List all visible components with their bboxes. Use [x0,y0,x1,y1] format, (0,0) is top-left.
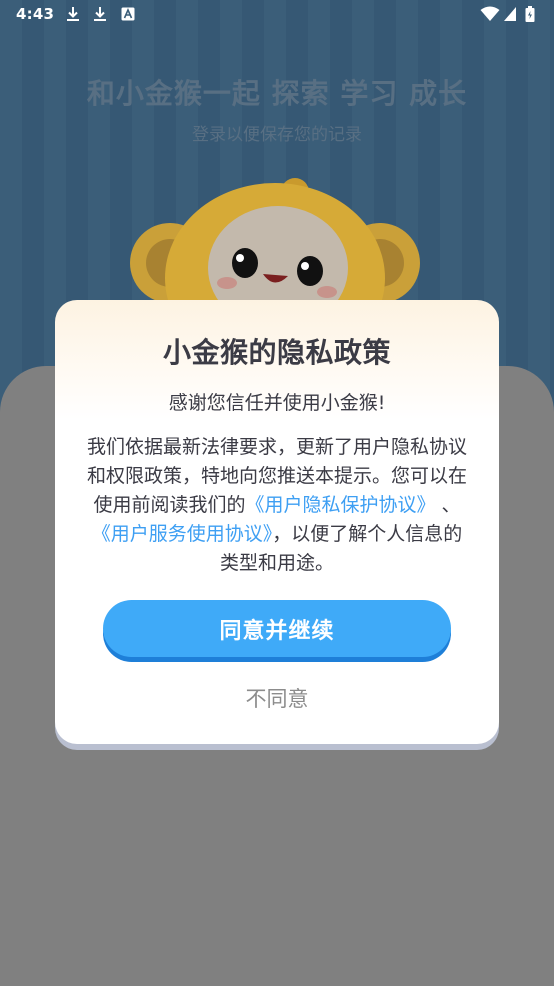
download-icon [94,7,106,21]
screen: 4:43 和小金猴一起 探索 学习 成长 登录以便保存您的记录 小金猴的隐私政策… [0,0,554,986]
disagree-button[interactable]: 不同意 [177,678,377,718]
link-separator: 、 [441,494,461,516]
status-bar: 4:43 [0,0,554,30]
monkey-mascot-image [130,178,420,318]
font-a-icon [121,7,135,21]
cell-signal-icon [504,7,516,21]
background-headline: 和小金猴一起 探索 学习 成长 [86,77,468,110]
status-time: 4:43 [16,5,55,23]
privacy-policy-dialog: 小金猴的隐私政策 感谢您信任并使用小金猴! 我们依据最新法律要求，更新了用户隐私… [55,300,499,744]
download-icon [67,7,79,21]
background-subtitle: 登录以便保存您的记录 [192,125,362,145]
dialog-greeting: 感谢您信任并使用小金猴! [168,392,386,414]
agree-continue-button[interactable]: 同意并继续 [103,600,451,657]
privacy-agreement-link[interactable]: 《用户隐私保护协议》 [245,494,435,516]
battery-icon [525,6,535,22]
wifi-icon [480,6,500,21]
dialog-title: 小金猴的隐私政策 [162,336,391,369]
service-agreement-link[interactable]: 《用户服务使用协议》 [92,523,273,545]
dialog-body: 我们依据最新法律要求，更新了用户隐私协议和权限政策，特地向您推送本提示。您可以在… [83,433,471,578]
